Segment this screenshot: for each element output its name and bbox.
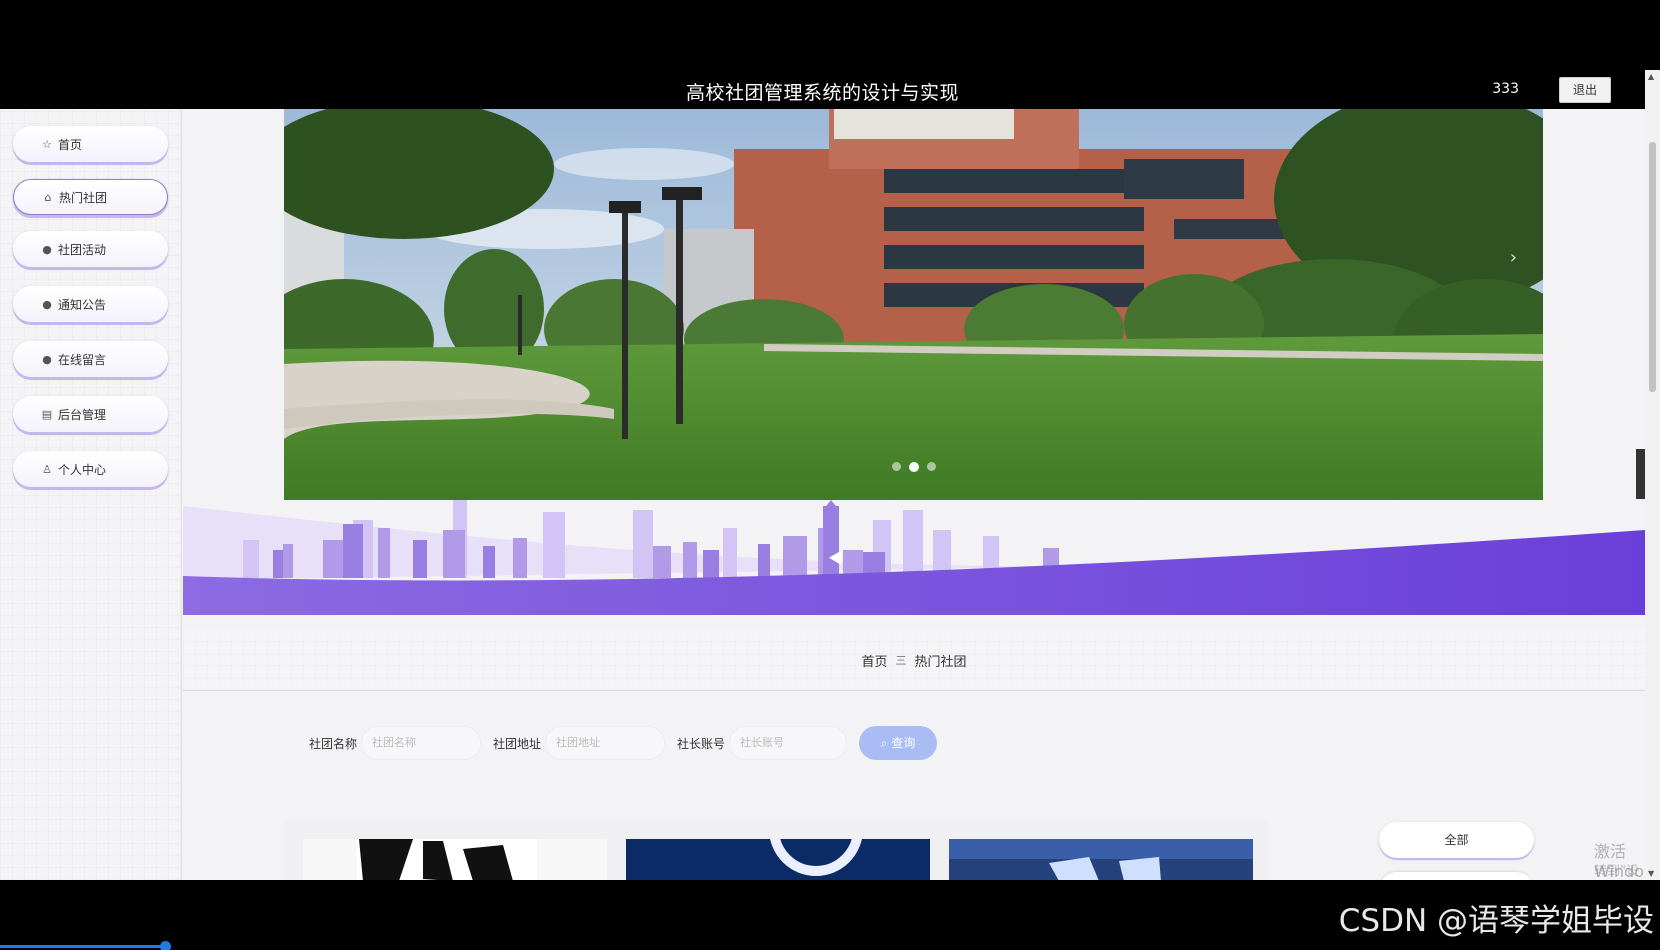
- search-form: 社团名称 社团名称 社团地址 社团地址 社长账号 社长账号 ⌕ 查询: [309, 726, 938, 760]
- sidebar-item-label: 热门社团: [59, 190, 108, 205]
- sidebar: ☆ 首页 ⌂ 热门社团 ● 社团活动 ● 通知公告 ● 在线留言 ▤ 后台管理: [0, 109, 182, 880]
- video-progress-bar[interactable]: [0, 945, 168, 948]
- club-card[interactable]: [303, 839, 607, 880]
- leader-account-input[interactable]: 社长账号: [729, 726, 848, 760]
- calendar-icon: ▤: [41, 407, 53, 421]
- activate-windows-hint: 转到"设置"以激活 Windows。: [1594, 864, 1639, 879]
- vertical-scrollbar[interactable]: ▲ ▼: [1645, 70, 1660, 880]
- query-button[interactable]: ⌕ 查询: [859, 726, 938, 760]
- help-icon: ●: [42, 297, 52, 311]
- sidebar-item-label: 后台管理: [58, 407, 107, 422]
- club-card-list: [284, 821, 1268, 880]
- scroll-up-icon[interactable]: ▲: [1648, 72, 1654, 81]
- sidebar-item-admin[interactable]: ▤ 后台管理: [13, 396, 168, 432]
- csdn-watermark: CSDN @语琴学姐毕设: [1338, 903, 1654, 939]
- city-skyline-banner: [183, 500, 1645, 615]
- club-card-image: [626, 839, 930, 880]
- sidebar-item-notices[interactable]: ● 通知公告: [13, 286, 168, 322]
- carousel-indicators: [284, 462, 1543, 472]
- carousel-next-icon[interactable]: ›: [1510, 247, 1517, 268]
- club-address-input[interactable]: 社团地址: [545, 726, 666, 760]
- club-card-image: [303, 839, 607, 880]
- star-icon: ☆: [42, 137, 52, 151]
- username: 333: [1492, 81, 1519, 97]
- user-icon: ♙: [42, 462, 52, 476]
- query-label: 查询: [891, 736, 916, 750]
- breadcrumb: 首页 三 热门社团: [183, 630, 1645, 691]
- scrollbar-thumb[interactable]: [1649, 142, 1656, 392]
- search-icon: ⌕: [880, 736, 888, 750]
- main-content: › 首页 三 热门社团 社团名称 社团名称 社团地址 社团地址 社长账号 社长账…: [183, 109, 1645, 880]
- club-card[interactable]: [949, 839, 1253, 880]
- screen: 高校社团管理系统的设计与实现 333 退出 ☆ 首页 ⌂ 热门社团 ● 社团活动…: [0, 0, 1660, 950]
- sidebar-item-label: 通知公告: [58, 297, 107, 312]
- carousel-dot[interactable]: [891, 462, 901, 471]
- leader-account-label: 社长账号: [677, 736, 726, 751]
- filter-next-button[interactable]: [1379, 872, 1534, 880]
- sidebar-item-messages[interactable]: ● 在线留言: [13, 341, 168, 377]
- campus-photo: [284, 109, 1543, 500]
- image-carousel[interactable]: ›: [284, 109, 1543, 500]
- breadcrumb-home[interactable]: 首页: [861, 651, 887, 670]
- club-name-label: 社团名称: [309, 736, 358, 751]
- sidebar-item-label: 在线留言: [58, 352, 107, 367]
- info-icon: ●: [42, 242, 52, 256]
- app-window: 高校社团管理系统的设计与实现 333 退出 ☆ 首页 ⌂ 热门社团 ● 社团活动…: [0, 70, 1660, 880]
- video-progress-handle[interactable]: [160, 941, 171, 950]
- scroll-down-icon[interactable]: ▼: [1648, 869, 1654, 878]
- breadcrumb-current: 热门社团: [914, 654, 967, 670]
- info-icon: ●: [42, 352, 52, 366]
- sidebar-item-label: 首页: [58, 137, 83, 152]
- top-bar: 高校社团管理系统的设计与实现 333 退出: [0, 70, 1645, 109]
- sidebar-item-label: 社团活动: [58, 242, 107, 257]
- logout-button[interactable]: 退出: [1559, 77, 1611, 103]
- sidebar-item-home[interactable]: ☆ 首页: [13, 126, 168, 162]
- breadcrumb-separator: 三: [895, 654, 907, 667]
- bag-icon: ⌂: [44, 190, 52, 204]
- sidebar-item-profile[interactable]: ♙ 个人中心: [13, 451, 168, 487]
- sidebar-item-club-activities[interactable]: ● 社团活动: [13, 231, 168, 267]
- sidebar-item-label: 个人中心: [58, 462, 107, 477]
- club-name-input[interactable]: 社团名称: [361, 726, 482, 760]
- page-title: 高校社团管理系统的设计与实现: [685, 82, 959, 104]
- carousel-dot-active[interactable]: [908, 462, 919, 472]
- sidebar-item-hot-clubs[interactable]: ⌂ 热门社团: [13, 179, 168, 215]
- club-card-image: [949, 839, 1253, 880]
- club-card[interactable]: [626, 839, 930, 880]
- carousel-dot[interactable]: [926, 462, 936, 471]
- filter-all-button[interactable]: 全部: [1379, 822, 1534, 858]
- club-address-label: 社团地址: [493, 736, 542, 751]
